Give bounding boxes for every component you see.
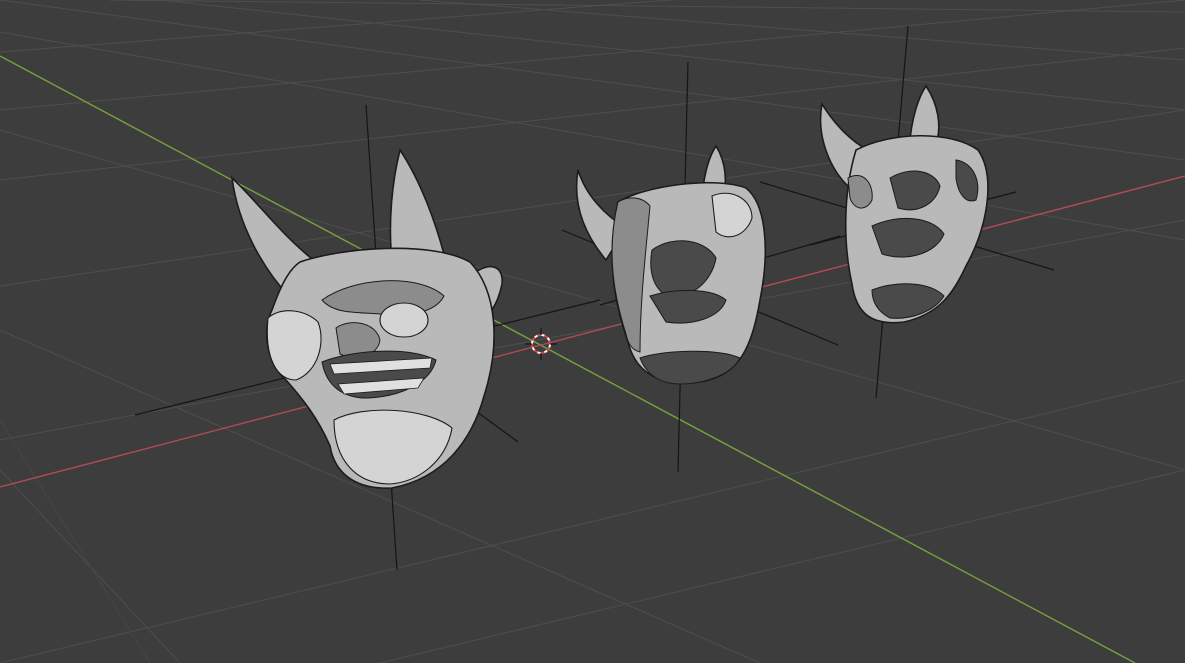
oni-mask-1[interactable]: [134, 104, 601, 571]
3d-cursor-icon[interactable]: [525, 328, 557, 360]
oni-mask-2[interactable]: [561, 61, 841, 473]
3d-viewport[interactable]: [0, 0, 1185, 663]
viewport-canvas[interactable]: [0, 0, 1185, 663]
oni-mask-3[interactable]: [759, 25, 1055, 399]
